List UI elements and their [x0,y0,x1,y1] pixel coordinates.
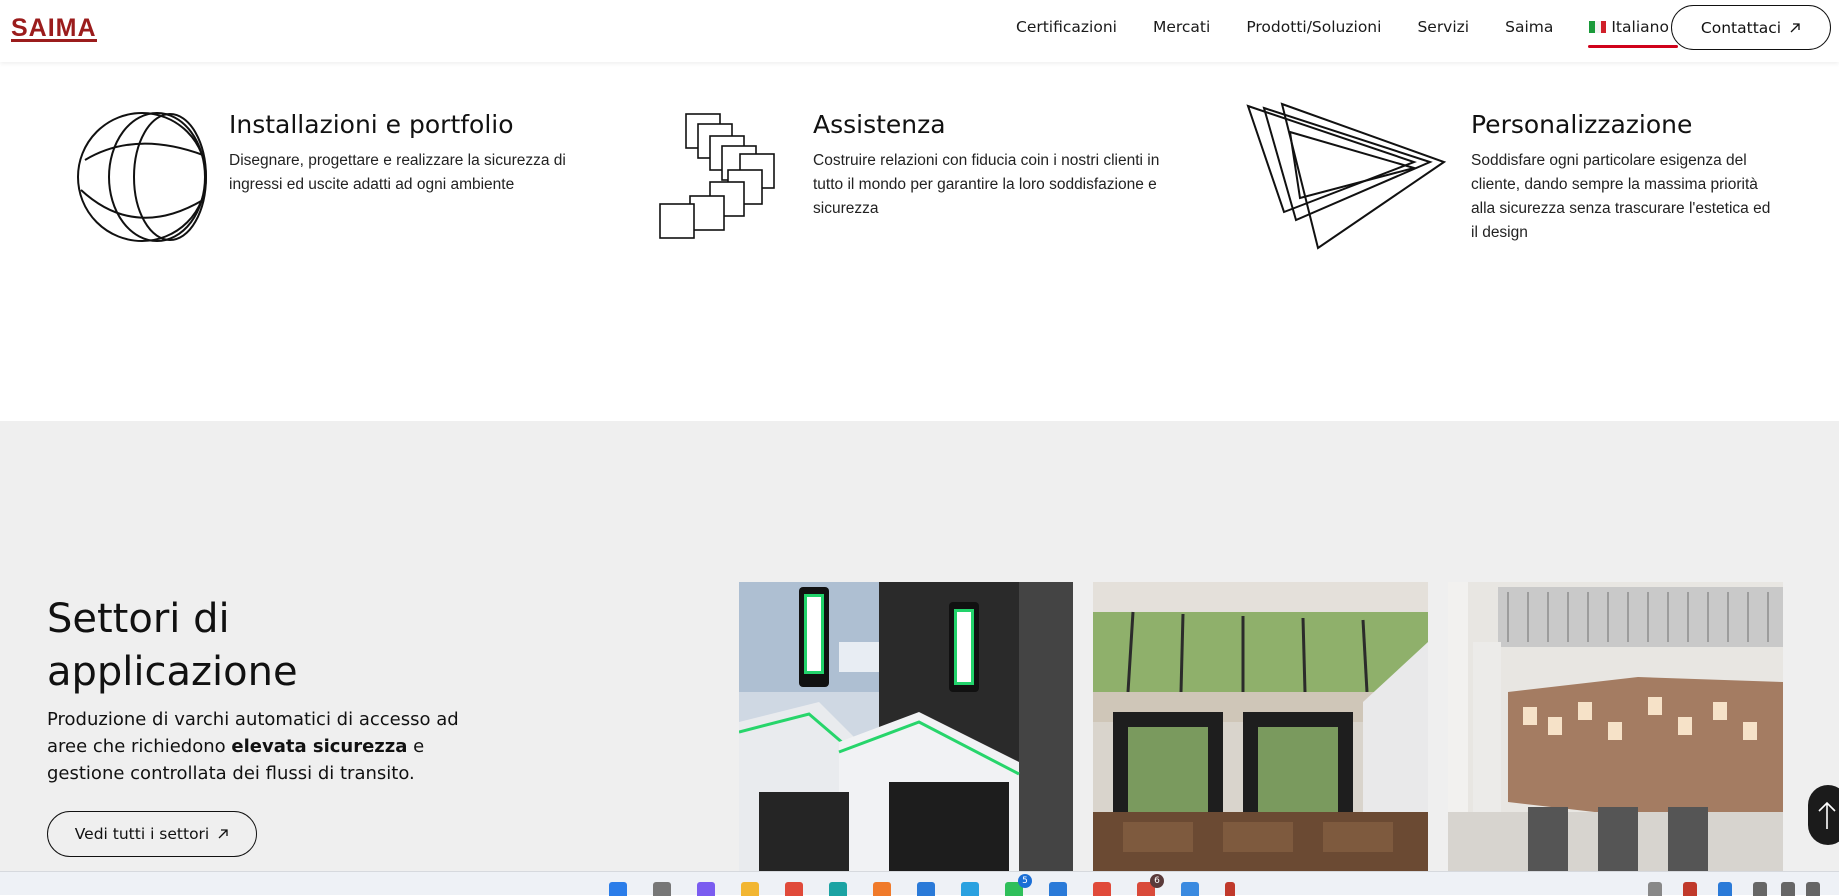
site-header: SAIMA Certificazioni Mercati Prodotti/So… [0,0,1839,62]
arrow-up-icon [1818,801,1836,829]
chrome-profile-icon[interactable] [1093,882,1111,896]
view-all-sectors-button[interactable]: Vedi tutti i settori [47,811,257,857]
feature-description: Disegnare, progettare e realizzare la si… [229,152,566,193]
stacked-squares-icon [659,113,775,239]
edge-icon[interactable] [829,882,847,896]
feature-assistenza: Assistenza Costruire relazioni con fiduc… [813,110,1163,221]
app-icon[interactable] [1225,882,1235,896]
contact-label: Contattaci [1700,18,1782,37]
nav-item-prodotti-soluzioni[interactable]: Prodotti/Soluzioni [1246,18,1381,36]
nav-item-certificazioni[interactable]: Certificazioni [1016,18,1117,36]
active-underline [1588,45,1678,48]
start-icon[interactable] [609,882,627,896]
main-nav: Certificazioni Mercati Prodotti/Soluzion… [1016,0,1700,54]
arrow-up-right-icon [1790,22,1800,32]
feature-title: Personalizzazione [1471,110,1693,139]
sectors-description: Produzione di varchi automatici di acces… [47,706,477,787]
telegram-icon[interactable] [961,882,979,896]
vscode-icon[interactable] [917,882,935,896]
nav-item-saima[interactable]: Saima [1505,18,1553,36]
sectors-title: Settori di applicazione [47,593,298,699]
tray-network-icon[interactable] [1753,882,1767,896]
sectors-title-line2: applicazione [47,649,298,695]
language-selector[interactable]: Italiano [1588,18,1678,48]
tray-volume-icon[interactable] [1806,882,1820,896]
nav-item-servizi[interactable]: Servizi [1417,18,1469,36]
todo-icon[interactable] [1049,882,1067,896]
feature-description: Soddisfare ogni particolare esigenza del… [1471,152,1771,241]
copilot-icon[interactable] [697,882,715,896]
layered-triangles-icon [1246,102,1447,250]
sectors-desc-bold: elevata sicurezza [231,736,408,757]
museum-turnstiles-photo[interactable] [1448,582,1783,871]
language-label: Italiano [1611,18,1669,36]
feature-personalizzazione: Personalizzazione Soddisfare ogni partic… [1471,110,1771,245]
firefox-icon[interactable] [873,882,891,896]
airport-gates-photo[interactable] [739,582,1073,871]
chrome-icon[interactable] [785,882,803,896]
pdf-icon[interactable] [1683,882,1697,896]
saima-logo[interactable]: SAIMA [11,14,97,43]
sync-icon[interactable] [1648,882,1662,896]
arrow-up-right-icon [218,829,228,839]
italian-flag-icon [1589,21,1607,33]
notepad-icon[interactable] [1181,882,1199,896]
notification-badge: 5 [1018,874,1032,888]
feature-installazioni: Installazioni e portfolio Disegnare, pro… [229,110,589,197]
feature-title: Assistenza [813,110,946,139]
feature-title: Installazioni e portfolio [229,110,514,139]
view-all-sectors-label: Vedi tutti i settori [74,825,210,843]
spheres-icon [77,112,207,242]
feature-description: Costruire relazioni con fiducia coin i n… [813,152,1160,217]
tray-app-icon[interactable] [1718,882,1732,896]
notification-badge: 6 [1150,874,1164,888]
tray-display-icon[interactable] [1781,882,1795,896]
scroll-to-top-button[interactable] [1808,785,1839,845]
contact-button[interactable]: Contattaci [1671,5,1831,50]
search-icon[interactable] [653,882,671,896]
revolving-doors-photo[interactable] [1093,582,1428,871]
nav-item-mercati[interactable]: Mercati [1153,18,1210,36]
sectors-title-line1: Settori di [47,596,230,642]
folder-icon[interactable] [741,882,759,896]
windows-taskbar: 5 6 [0,871,1839,896]
